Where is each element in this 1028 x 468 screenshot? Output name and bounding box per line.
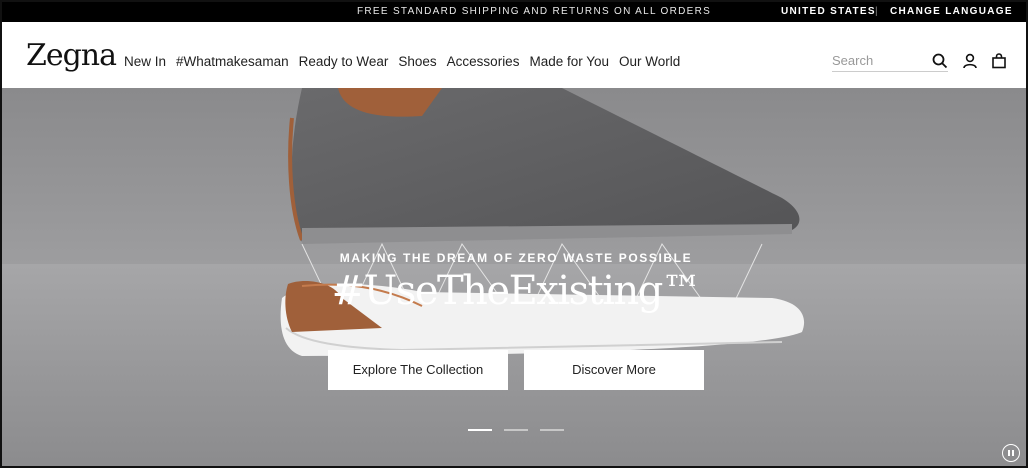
nav-item-made-for-you[interactable]: Made for You [529, 54, 609, 69]
explore-collection-button[interactable]: Explore The Collection [328, 350, 508, 390]
main-nav: New In #Whatmakesaman Ready to Wear Shoe… [124, 54, 690, 69]
search-input[interactable] [832, 53, 928, 68]
zegna-logo[interactable]: Zegna [26, 38, 117, 73]
separator: | [875, 6, 879, 17]
hero-kicker: MAKING THE DREAM OF ZERO WASTE POSSIBLE [339, 251, 693, 265]
hero-headline: #UseTheExisting™ [331, 268, 702, 314]
carousel-dot-2[interactable] [504, 429, 528, 431]
user-icon[interactable] [962, 53, 978, 69]
site-header: Zegna New In #Whatmakesaman Ready to Wea… [2, 22, 1026, 88]
change-language-link[interactable]: CHANGE LANGUAGE [890, 6, 1013, 17]
announcement-bar: FREE STANDARD SHIPPING AND RETURNS ON AL… [2, 2, 1026, 22]
page-frame: FREE STANDARD SHIPPING AND RETURNS ON AL… [0, 0, 1028, 468]
carousel-indicators [468, 429, 576, 431]
search-icon[interactable] [932, 53, 948, 69]
hero-banner: MAKING THE DREAM OF ZERO WASTE POSSIBLE … [2, 88, 1026, 466]
nav-item-shoes[interactable]: Shoes [398, 54, 436, 69]
carousel-dot-1[interactable] [468, 429, 492, 431]
search-field [832, 52, 948, 72]
bag-icon[interactable] [991, 53, 1007, 69]
nav-item-accessories[interactable]: Accessories [447, 54, 520, 69]
shipping-promo[interactable]: FREE STANDARD SHIPPING AND RETURNS ON AL… [357, 6, 711, 17]
nav-item-whatmakesaman[interactable]: #Whatmakesaman [176, 54, 289, 69]
pause-icon[interactable] [1002, 444, 1020, 462]
nav-item-ready-to-wear[interactable]: Ready to Wear [299, 54, 389, 69]
discover-more-button[interactable]: Discover More [524, 350, 704, 390]
carousel-dot-3[interactable] [540, 429, 564, 431]
nav-item-our-world[interactable]: Our World [619, 54, 680, 69]
country-selector[interactable]: UNITED STATES [781, 6, 876, 17]
nav-item-new-in[interactable]: New In [124, 54, 166, 69]
